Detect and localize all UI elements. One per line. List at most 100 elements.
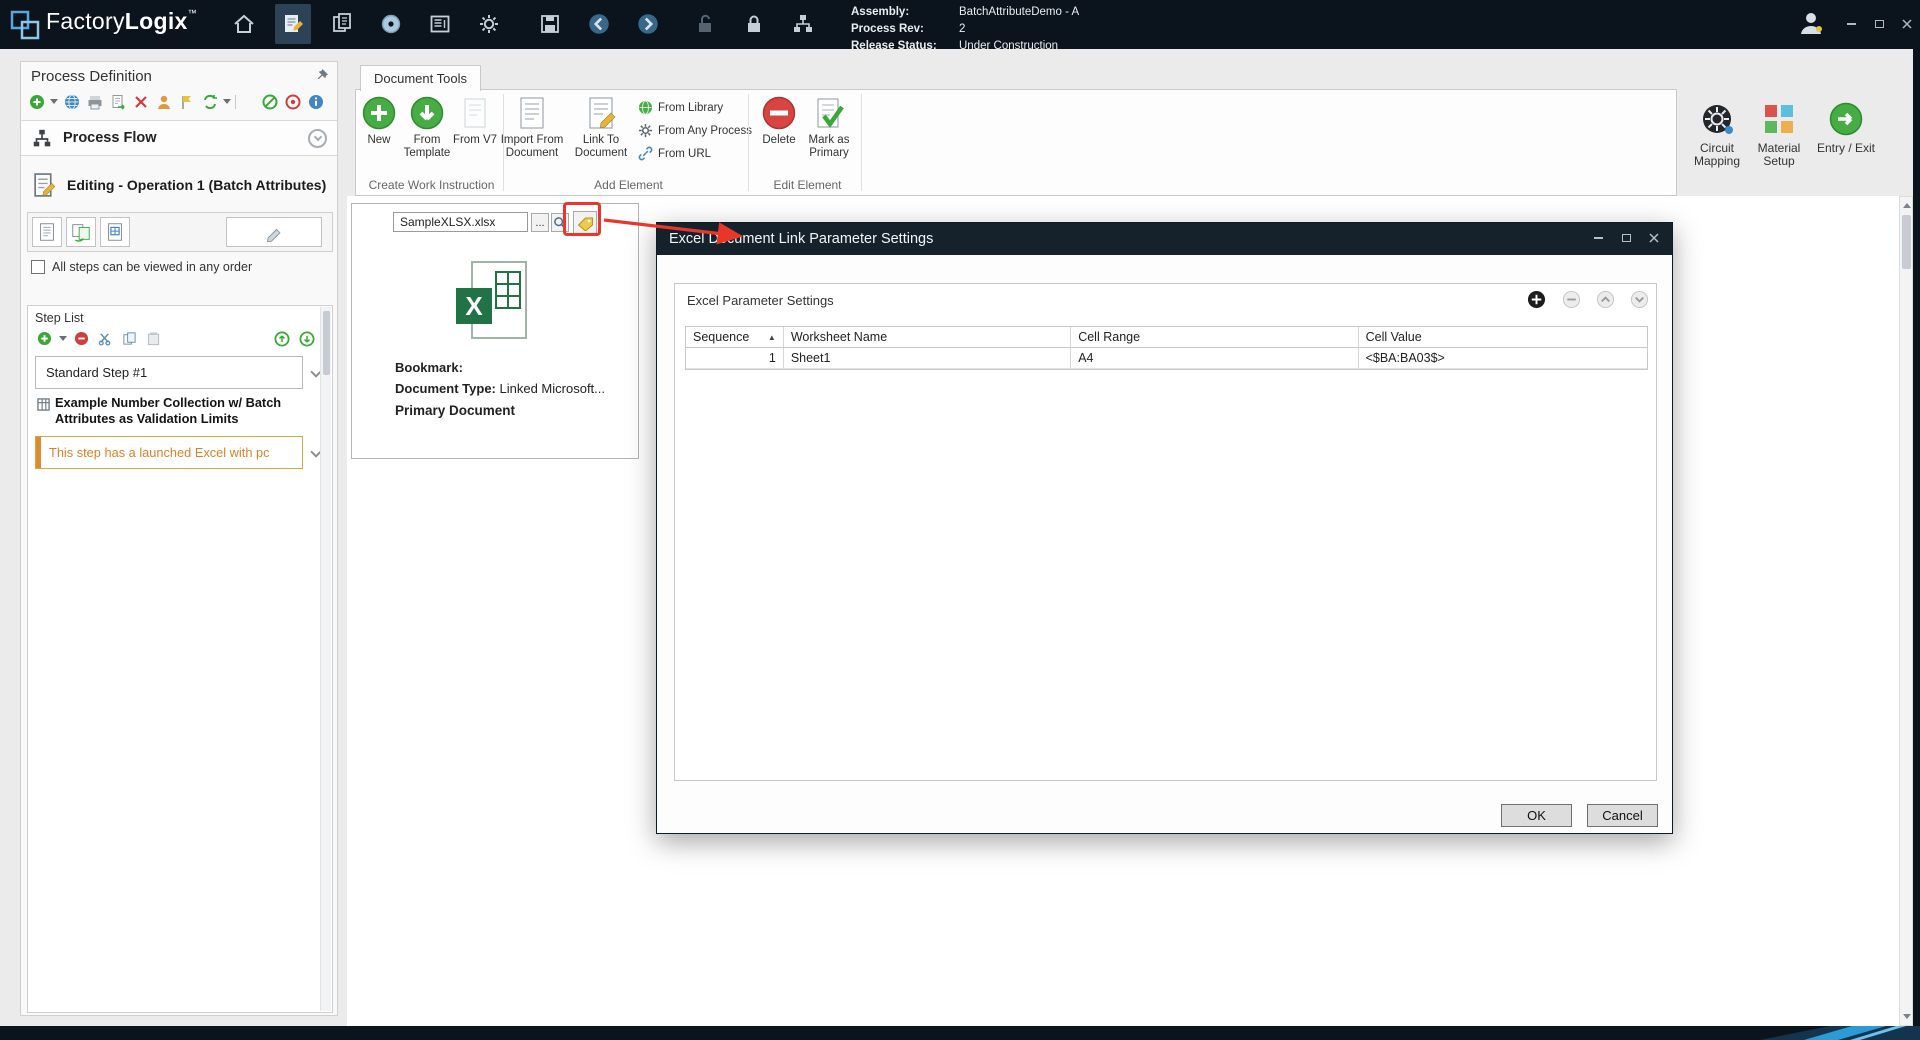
sync-documents-icon	[70, 221, 92, 243]
table-row[interactable]: 1 Sheet1 A4 <$BA:BA03$>	[686, 348, 1647, 369]
paste-step-button[interactable]	[144, 329, 163, 348]
dialog-titlebar[interactable]: Excel Document Link Parameter Settings	[657, 223, 1672, 255]
media-button[interactable]	[373, 4, 409, 44]
flag-button[interactable]	[177, 92, 196, 111]
order-checkbox[interactable]	[31, 260, 45, 274]
document-type-row: Document Type: Linked Microsoft...	[395, 381, 605, 396]
forward-button[interactable]	[630, 4, 666, 44]
document-filename-input[interactable]	[393, 212, 528, 232]
record-button[interactable]	[283, 92, 302, 111]
cut-step-button[interactable]	[96, 329, 115, 348]
process-flow-row[interactable]: Process Flow	[21, 120, 337, 156]
from-template-button[interactable]: From Template	[402, 95, 452, 159]
process-definition-button[interactable]	[275, 4, 311, 44]
window-restore-button[interactable]	[1868, 15, 1890, 33]
assign-user-button[interactable]	[154, 92, 173, 111]
entry-exit-button[interactable]: Entry / Exit	[1810, 100, 1882, 155]
column-header-cell-value[interactable]: Cell Value	[1359, 327, 1647, 347]
paste-icon	[146, 331, 161, 346]
from-v7-button[interactable]: From V7	[452, 95, 498, 147]
editing-header-row: Editing - Operation 1 (Batch Attributes)	[21, 166, 337, 208]
add-step-caret[interactable]	[59, 336, 67, 341]
process-flow-expand-button[interactable]	[308, 129, 327, 148]
document-sync-button[interactable]	[66, 217, 96, 247]
app-logo-icon	[10, 10, 40, 40]
disable-step-button[interactable]	[260, 92, 279, 111]
mark-as-primary-button[interactable]: Mark as Primary	[802, 95, 856, 159]
export-document-button[interactable]	[108, 92, 127, 111]
scroll-down-icon[interactable]	[1903, 1014, 1911, 1019]
window-frame-right	[1913, 49, 1920, 1026]
reports-button[interactable]	[422, 4, 458, 44]
web-button[interactable]	[62, 92, 81, 111]
pin-button[interactable]	[314, 68, 329, 83]
delete-element-button[interactable]: Delete	[756, 95, 802, 147]
home-button[interactable]	[226, 4, 262, 44]
order-checkbox-row[interactable]: All steps can be viewed in any order	[31, 260, 252, 274]
link-to-document-button[interactable]: Link To Document	[569, 95, 633, 159]
toolbar-dropdown-caret[interactable]	[223, 99, 231, 104]
dialog-restore-button[interactable]	[1618, 231, 1634, 245]
remove-step-button[interactable]	[72, 329, 91, 348]
process-tree-button[interactable]	[785, 4, 821, 44]
back-button[interactable]	[581, 4, 617, 44]
from-any-process-button[interactable]: From Any Process	[638, 123, 752, 138]
add-parameter-button[interactable]	[1527, 290, 1546, 309]
remove-button[interactable]	[131, 92, 150, 111]
step-item-description[interactable]: Example Number Collection w/ Batch Attri…	[55, 395, 311, 427]
move-step-down-button[interactable]	[297, 329, 316, 348]
move-parameter-up-button[interactable]	[1596, 290, 1615, 309]
left-panel-scrollbar[interactable]	[320, 307, 331, 1011]
new-icon	[361, 95, 397, 131]
from-library-button[interactable]: From Library	[638, 100, 723, 115]
info-button[interactable]	[306, 92, 325, 111]
user-button[interactable]	[1796, 8, 1826, 38]
save-button[interactable]	[532, 4, 568, 44]
window-close-button[interactable]	[1896, 15, 1918, 33]
move-step-up-button[interactable]	[272, 329, 291, 348]
refresh-button[interactable]	[200, 92, 219, 111]
add-dropdown-caret[interactable]	[50, 99, 58, 104]
window-minimize-button[interactable]	[1840, 15, 1862, 33]
ribbon: New From Template From V7 Create Work In…	[355, 89, 1677, 196]
print-button[interactable]	[85, 92, 104, 111]
main-scroll-thumb[interactable]	[1902, 215, 1911, 269]
scroll-up-icon[interactable]	[1903, 203, 1911, 208]
column-header-cell-range[interactable]: Cell Range	[1071, 327, 1358, 347]
settings-button[interactable]	[471, 4, 507, 44]
primary-document-label: Primary Document	[395, 403, 515, 418]
step-item-title[interactable]: Standard Step #1	[35, 356, 303, 389]
left-panel-scroll-thumb[interactable]	[323, 311, 330, 375]
browse-button[interactable]: ...	[531, 213, 549, 232]
status-bar	[0, 1026, 1920, 1040]
link-document-icon	[583, 95, 619, 131]
column-header-sequence[interactable]: Sequence ▲	[686, 327, 784, 347]
add-step-button[interactable]	[35, 329, 54, 348]
info-icon	[308, 94, 324, 110]
new-document-button[interactable]: New	[356, 95, 402, 147]
step-warning-item[interactable]: This step has a launched Excel with pc	[35, 436, 303, 469]
material-setup-button[interactable]: Material Setup	[1744, 100, 1814, 168]
dialog-minimize-button[interactable]	[1590, 231, 1606, 245]
document-view-button[interactable]	[32, 217, 62, 247]
documents-button[interactable]	[324, 4, 360, 44]
main-vertical-scrollbar[interactable]	[1899, 196, 1913, 1026]
from-url-button[interactable]: From URL	[638, 146, 711, 161]
import-from-document-button[interactable]: Import From Document	[500, 95, 564, 159]
lock-button[interactable]	[736, 4, 772, 44]
remove-parameter-button[interactable]	[1562, 290, 1581, 309]
assembly-label: Assembly:	[851, 5, 959, 20]
document-table-button[interactable]	[100, 217, 130, 247]
move-parameter-down-button[interactable]	[1630, 290, 1649, 309]
process-flow-icon	[31, 128, 53, 150]
edit-step-button[interactable]	[226, 217, 322, 247]
unlock-button[interactable]	[687, 4, 723, 44]
dialog-close-button[interactable]	[1646, 231, 1662, 245]
circuit-mapping-button[interactable]: Circuit Mapping	[1682, 100, 1752, 168]
tab-document-tools[interactable]: Document Tools	[360, 65, 481, 91]
copy-step-button[interactable]	[120, 329, 139, 348]
ok-button[interactable]: OK	[1501, 804, 1572, 827]
add-operation-button[interactable]	[27, 92, 46, 111]
column-header-worksheet-name[interactable]: Worksheet Name	[784, 327, 1071, 347]
cancel-button[interactable]: Cancel	[1587, 804, 1658, 827]
